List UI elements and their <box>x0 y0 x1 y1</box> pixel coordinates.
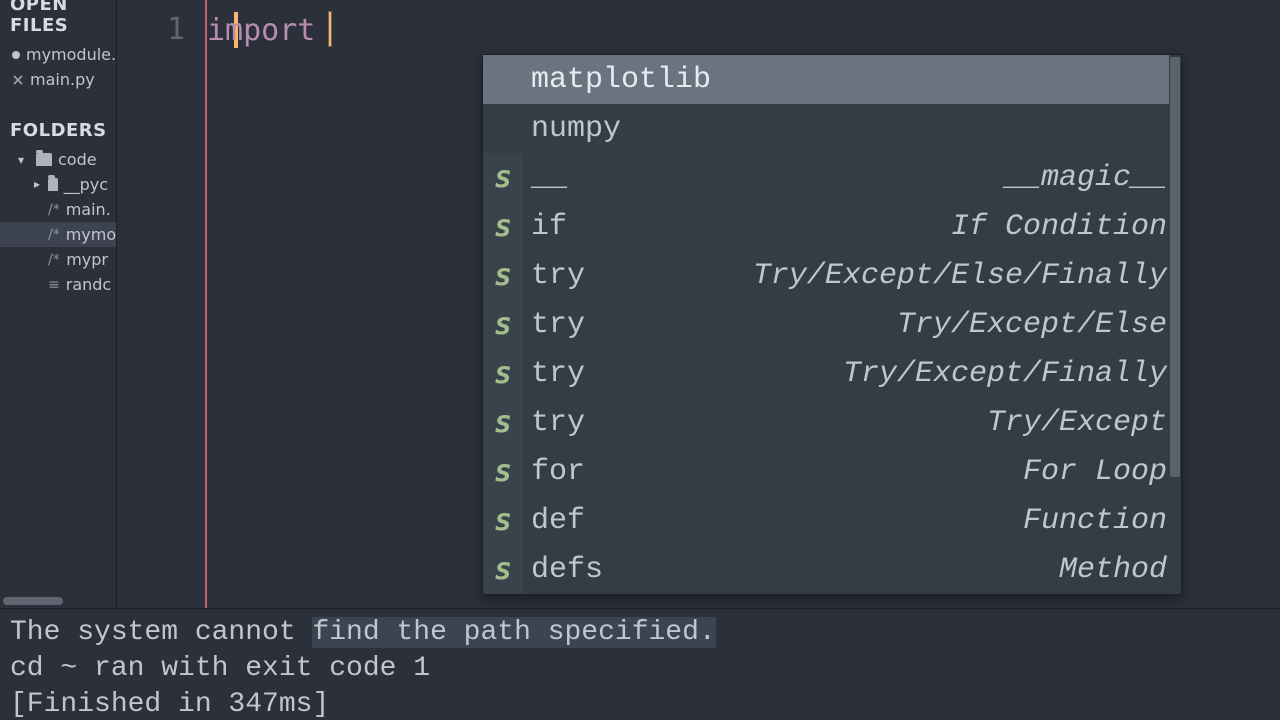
autocomplete-item[interactable]: stry Try/Except <box>483 398 1181 447</box>
snippet-kind-icon: s <box>483 496 523 545</box>
snippet-kind-icon <box>483 104 523 153</box>
folder-item[interactable]: ▸ __pyc <box>0 172 116 197</box>
line-number: 1 <box>117 12 185 47</box>
open-file-label: mymodule.p <box>26 45 117 64</box>
dirty-mark-icon: /* <box>48 227 60 243</box>
folder-label: __pyc <box>64 175 108 194</box>
snippet-kind-icon <box>483 55 523 104</box>
autocomplete-item[interactable]: sdef Function <box>483 496 1181 545</box>
autocomplete-label: __ <box>531 161 567 195</box>
autocomplete-hint: Try/Except/Else <box>897 308 1167 342</box>
folder-icon <box>36 153 52 166</box>
scrollbar-thumb[interactable] <box>3 597 63 605</box>
autocomplete-label: try <box>531 406 585 440</box>
open-files-header: OPEN FILES <box>0 0 116 42</box>
sidebar-hscrollbar[interactable] <box>0 595 117 607</box>
console-line: The system cannot find the path specifie… <box>10 615 1270 651</box>
autocomplete-hint: For Loop <box>1023 455 1167 489</box>
file-item[interactable]: /* main. <box>0 197 116 222</box>
autocomplete-item[interactable]: s__ __magic__ <box>483 153 1181 202</box>
autocomplete-hint: Try/Except/Else/Finally <box>753 259 1167 293</box>
file-item[interactable]: /* mypr <box>0 247 116 272</box>
autocomplete-label: def <box>531 504 585 538</box>
autocomplete-hint: Function <box>1023 504 1167 538</box>
scrollbar-thumb[interactable] <box>1170 57 1180 477</box>
text-cursor <box>329 12 331 46</box>
autocomplete-hint: __magic__ <box>1005 161 1167 195</box>
snippet-kind-icon: s <box>483 202 523 251</box>
snippet-kind-icon: s <box>483 545 523 594</box>
console-text-highlight: find the path specified. <box>312 617 715 648</box>
autocomplete-label: matplotlib <box>531 63 711 97</box>
gutter: 1 <box>117 0 207 608</box>
sidebar: OPEN FILES mymodule.p main.py FOLDERS ▾ … <box>0 0 117 608</box>
autocomplete-hint: Try/Except/Finally <box>843 357 1167 391</box>
autocomplete-popup[interactable]: matplotlibnumpys____magic__sifIf Conditi… <box>482 54 1182 595</box>
code-keyword: import <box>207 13 315 48</box>
autocomplete-item[interactable]: stry Try/Except/Finally <box>483 349 1181 398</box>
file-label: mypr <box>66 250 108 269</box>
open-file-label: main.py <box>30 70 95 89</box>
file-label: main. <box>66 200 111 219</box>
autocomplete-label: if <box>531 210 567 244</box>
snippet-kind-icon: s <box>483 251 523 300</box>
autocomplete-label: for <box>531 455 585 489</box>
open-file-item[interactable]: mymodule.p <box>0 42 116 67</box>
console-line: [Finished in 347ms] <box>10 687 1270 720</box>
autocomplete-label: try <box>531 308 585 342</box>
folders-header: FOLDERS <box>0 120 116 147</box>
build-output-panel[interactable]: The system cannot find the path specifie… <box>0 608 1280 720</box>
close-icon[interactable] <box>12 74 24 86</box>
chevron-down-icon: ▾ <box>18 153 30 167</box>
autocomplete-item[interactable]: matplotlib <box>483 55 1181 104</box>
autocomplete-hint: If Condition <box>951 210 1167 244</box>
file-label: randc <box>66 275 111 294</box>
file-label: mymo <box>66 225 116 244</box>
autocomplete-scrollbar[interactable] <box>1169 55 1181 594</box>
autocomplete-hint: Try/Except <box>987 406 1167 440</box>
console-line: cd ~ ran with exit code 1 <box>10 651 1270 687</box>
file-item[interactable]: ≡ randc <box>0 272 116 297</box>
folder-icon <box>48 178 58 191</box>
autocomplete-item[interactable]: stry Try/Except/Else <box>483 300 1181 349</box>
code-area[interactable]: import matplotlibnumpys____magic__sifIf … <box>207 0 1280 608</box>
console-text: The system cannot <box>10 617 312 648</box>
snippet-kind-icon: s <box>483 349 523 398</box>
autocomplete-label: numpy <box>531 112 621 146</box>
autocomplete-label: try <box>531 259 585 293</box>
autocomplete-item[interactable]: numpy <box>483 104 1181 153</box>
autocomplete-item[interactable]: sif If Condition <box>483 202 1181 251</box>
snippet-kind-icon: s <box>483 398 523 447</box>
snippet-kind-icon: s <box>483 447 523 496</box>
autocomplete-label: try <box>531 357 585 391</box>
autocomplete-item[interactable]: sdefs Method <box>483 545 1181 594</box>
snippet-kind-icon: s <box>483 153 523 202</box>
autocomplete-label: defs <box>531 553 603 587</box>
file-item[interactable]: /* mymo <box>0 222 116 247</box>
chevron-right-icon: ▸ <box>34 177 42 191</box>
folder-label: code <box>58 150 97 169</box>
folder-root[interactable]: ▾ code <box>0 147 116 172</box>
dirty-mark-icon: /* <box>48 252 60 268</box>
open-file-item[interactable]: main.py <box>0 67 116 92</box>
autocomplete-hint: Method <box>1059 553 1167 587</box>
dirty-mark-icon: /* <box>48 202 60 218</box>
dirty-dot-icon <box>12 51 20 59</box>
list-icon: ≡ <box>48 277 60 293</box>
editor[interactable]: 1 import matplotlibnumpys____magic__sifI… <box>117 0 1280 608</box>
snippet-kind-icon: s <box>483 300 523 349</box>
autocomplete-item[interactable]: stry Try/Except/Else/Finally <box>483 251 1181 300</box>
autocomplete-item[interactable]: sfor For Loop <box>483 447 1181 496</box>
